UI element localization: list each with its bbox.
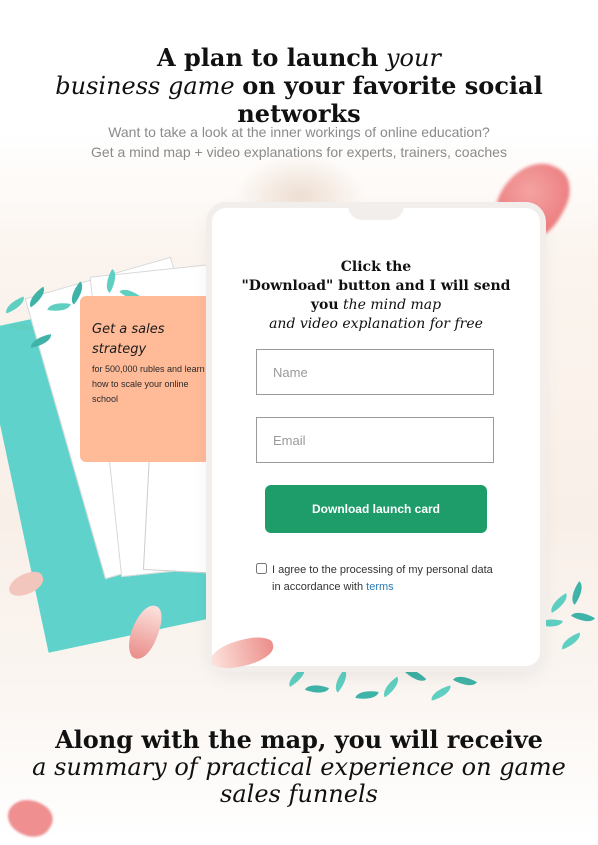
form-heading: Click the "Download" button and I will s… <box>212 258 540 334</box>
form-heading-line-1: Click the <box>340 259 412 275</box>
hero-title-bold-2: on your favorite social networks <box>237 71 543 128</box>
download-launch-card-button[interactable]: Download launch card <box>265 485 487 533</box>
download-form-card: Click the "Download" button and I will s… <box>212 206 540 666</box>
card-notch <box>348 206 404 220</box>
promo-card-title: Get a sales strategy <box>92 322 165 357</box>
name-input[interactable] <box>256 349 494 395</box>
hero-title: A plan to launch your business game on y… <box>0 44 598 128</box>
form-heading-bold-3: you <box>310 297 339 313</box>
email-input[interactable] <box>256 417 494 463</box>
hero-title-bold-1: A plan to launch <box>157 43 379 72</box>
form-heading-italic-3: the mind map <box>342 297 442 313</box>
form-heading-italic-4: and video explanation for free <box>269 316 483 332</box>
form-heading-line-2: "Download" button and I will send <box>241 278 511 294</box>
hero-title-italic-2: business game <box>55 72 235 100</box>
promo-card-text: for 500,000 rubles and learn how to scal… <box>92 364 205 404</box>
bottom-title-italic: a summary of practical experience on gam… <box>32 753 566 808</box>
bottom-title-bold: Along with the map, you will receive <box>55 725 543 754</box>
terms-link[interactable]: terms <box>366 581 394 593</box>
promo-card: Get a sales strategy for 500,000 rubles … <box>80 296 220 462</box>
bottom-title: Along with the map, you will receive a s… <box>0 726 598 808</box>
hero-title-italic-1: your <box>386 44 441 72</box>
consent-checkbox[interactable] <box>256 563 267 574</box>
subtitle-line-1: Want to take a look at the inner working… <box>108 124 490 140</box>
